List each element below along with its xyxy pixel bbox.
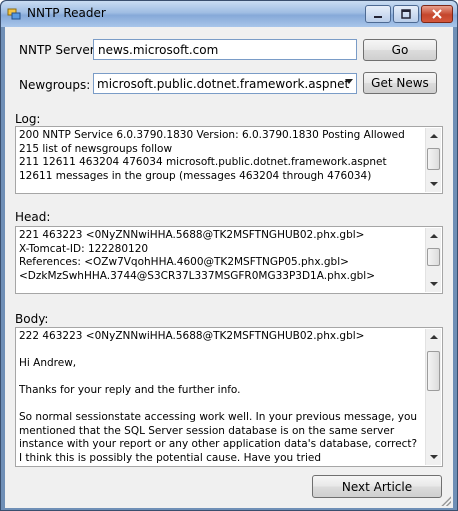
- body-textarea[interactable]: 222 463223 <0NyZNNwiHHA.5688@TK2MSFTNGHU…: [15, 327, 443, 467]
- close-icon: [432, 9, 442, 19]
- scroll-up-icon[interactable]: [430, 234, 438, 238]
- next-article-button[interactable]: Next Article: [312, 475, 442, 498]
- app-icon: [7, 8, 21, 20]
- log-scrollbar[interactable]: [425, 128, 441, 192]
- server-label: NNTP Server:: [19, 43, 99, 57]
- minimize-icon: [374, 16, 382, 18]
- head-textarea[interactable]: 221 463223 <0NyZNNwiHHA.5688@TK2MSFTNGHU…: [15, 226, 443, 294]
- resize-grip-icon[interactable]: [439, 494, 451, 506]
- log-textarea[interactable]: 200 NNTP Service 6.0.3790.1830 Version: …: [15, 126, 443, 194]
- scroll-up-icon[interactable]: [430, 134, 438, 138]
- scroll-down-icon[interactable]: [430, 455, 438, 459]
- scroll-thumb[interactable]: [427, 351, 440, 391]
- head-label: Head:: [15, 210, 51, 224]
- head-scrollbar[interactable]: [425, 228, 441, 292]
- body-label: Body:: [15, 312, 49, 326]
- newsgroups-select[interactable]: microsoft.public.dotnet.framework.aspnet: [93, 73, 357, 94]
- scroll-up-icon[interactable]: [430, 335, 438, 339]
- go-button[interactable]: Go: [363, 39, 437, 61]
- close-button[interactable]: [421, 5, 453, 23]
- scroll-down-icon[interactable]: [430, 282, 438, 286]
- newsgroups-label: Newgroups:: [19, 78, 91, 92]
- log-text: 200 NNTP Service 6.0.3790.1830 Version: …: [19, 129, 405, 182]
- head-text: 221 463223 <0NyZNNwiHHA.5688@TK2MSFTNGHU…: [19, 229, 375, 282]
- server-input[interactable]: news.microsoft.com: [93, 39, 357, 60]
- body-text: 222 463223 <0NyZNNwiHHA.5688@TK2MSFTNGHU…: [19, 330, 418, 464]
- body-scrollbar[interactable]: [425, 329, 441, 465]
- newsgroups-selected: microsoft.public.dotnet.framework.aspnet: [97, 77, 350, 91]
- minimize-button[interactable]: [365, 5, 391, 23]
- chevron-down-icon[interactable]: [345, 79, 353, 84]
- title-bar[interactable]: NNTP Reader: [1, 1, 457, 27]
- window-title: NNTP Reader: [27, 6, 106, 20]
- scroll-thumb[interactable]: [427, 248, 440, 266]
- maximize-button[interactable]: [393, 5, 419, 23]
- log-label: Log:: [15, 112, 41, 126]
- maximize-icon: [401, 9, 411, 19]
- get-news-button[interactable]: Get News: [363, 72, 437, 94]
- scroll-down-icon[interactable]: [430, 182, 438, 186]
- client-area: NNTP Server: news.microsoft.com Go Newgr…: [5, 27, 453, 508]
- app-window: NNTP Reader NNTP Server: news.microsoft.…: [0, 0, 458, 511]
- scroll-thumb[interactable]: [427, 148, 440, 170]
